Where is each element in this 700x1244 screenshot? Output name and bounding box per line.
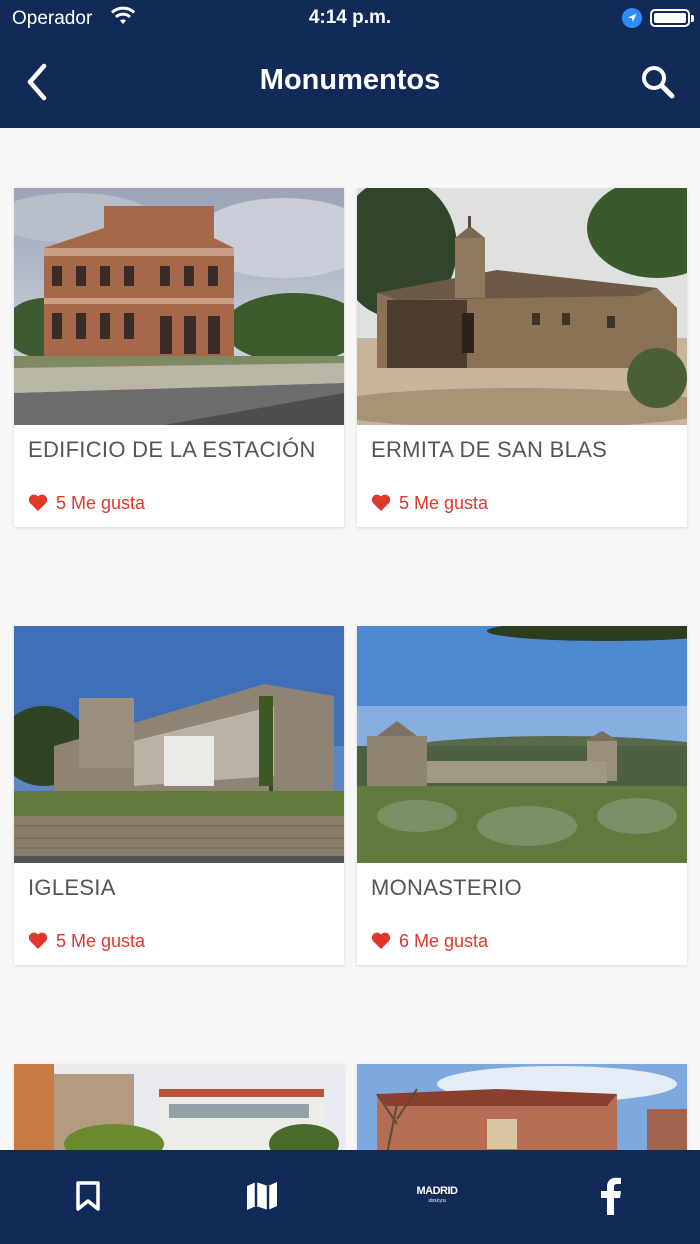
like-count-label: 6 Me gusta [399, 931, 489, 951]
search-icon [642, 66, 675, 99]
monument-photo [357, 626, 687, 863]
page-title: Monumentos [259, 64, 441, 96]
like-count-label: 5 Me gusta [399, 493, 489, 513]
location-icon [622, 8, 642, 28]
map-icon [247, 1182, 277, 1210]
heart-icon [28, 932, 48, 949]
like-count[interactable]: 5 Me gusta [14, 487, 344, 527]
heart-icon [371, 494, 391, 511]
tab-facebook[interactable] [591, 1176, 631, 1216]
monument-card-partial-right[interactable] [357, 1064, 687, 1150]
monument-photo [357, 188, 687, 425]
monument-card-partial-left[interactable] [14, 1064, 344, 1150]
heart-icon [28, 494, 48, 511]
tab-map[interactable] [242, 1176, 282, 1216]
monument-card-ermita[interactable]: ERMITA DE SAN BLAS 5 Me gusta [357, 188, 687, 527]
monument-card-iglesia[interactable]: IGLESIA 5 Me gusta [14, 626, 344, 965]
monument-photo [357, 1064, 687, 1150]
monument-card-monasterio[interactable]: MONASTERIO 6 Me gusta [357, 626, 687, 965]
monument-name: EDIFICIO DE LA ESTACIÓN [28, 437, 316, 462]
like-count[interactable]: 5 Me gusta [357, 487, 687, 527]
monument-name: IGLESIA [28, 875, 116, 900]
status-bar: Operador 4:14 p.m. [0, 0, 700, 36]
madrid-logo: MADRID about you [416, 1185, 459, 1205]
monument-photo [14, 188, 344, 425]
heart-icon [371, 932, 391, 949]
clock: 4:14 p.m. [308, 7, 392, 28]
facebook-icon [601, 1177, 621, 1215]
bookmark-icon [76, 1181, 100, 1211]
tab-bar: MADRID about you [0, 1150, 700, 1244]
like-count[interactable]: 6 Me gusta [357, 925, 687, 965]
monument-card-estacion[interactable]: EDIFICIO DE LA ESTACIÓN 5 Me gusta [14, 188, 344, 527]
like-count-label: 5 Me gusta [56, 931, 146, 951]
navigation-header: Operador 4:14 p.m. Monumentos [0, 0, 700, 128]
tab-bookmarks[interactable] [68, 1176, 108, 1216]
tab-madrid[interactable]: MADRID about you [416, 1176, 459, 1216]
monument-name: MONASTERIO [371, 875, 522, 900]
battery-icon [650, 9, 694, 27]
monuments-list[interactable]: EDIFICIO DE LA ESTACIÓN 5 Me gusta ERMIT… [0, 128, 700, 1150]
monument-photo [14, 626, 344, 863]
like-count-label: 5 Me gusta [56, 493, 146, 513]
monument-photo [14, 1064, 344, 1150]
monument-name: ERMITA DE SAN BLAS [371, 437, 608, 462]
search-button[interactable] [638, 62, 678, 102]
like-count[interactable]: 5 Me gusta [14, 925, 344, 965]
